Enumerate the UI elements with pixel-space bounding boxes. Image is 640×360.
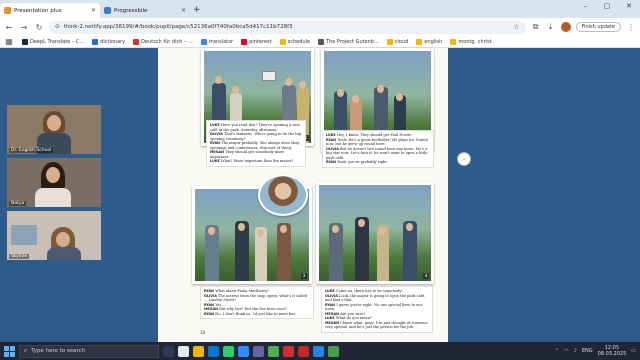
maximize-icon[interactable]: ▢ xyxy=(596,0,618,14)
tab-progressbile[interactable]: Progressbile ✕ xyxy=(100,3,190,18)
url-text: think-2.netlify.app/38199/#/book/pupil/p… xyxy=(63,24,293,30)
chevron-up-icon[interactable]: ⌃ xyxy=(555,348,559,354)
bookmark-item[interactable]: montg. christ xyxy=(450,38,492,45)
search-placeholder: Type here to search xyxy=(31,348,86,354)
volume-icon[interactable]: ♪ xyxy=(574,348,577,354)
teams-icon[interactable] xyxy=(253,345,264,357)
folder-icon[interactable] xyxy=(193,345,204,357)
close-icon[interactable]: ✕ xyxy=(181,7,186,14)
notification-icon[interactable]: ▭ xyxy=(631,348,636,354)
dialog-box-4: LUKE Come on, there has to be somebody! … xyxy=(321,286,433,333)
new-tab-button[interactable]: + xyxy=(193,3,201,18)
system-tray: ⌃ ◠ ♪ ENG 12:05 08.03.2025 ▭ xyxy=(555,345,636,357)
next-page-button[interactable]: › xyxy=(457,152,471,166)
address-bar: ← → ↻ ⊙ think-2.netlify.app/38199/#/book… xyxy=(0,18,640,36)
video-tile[interactable]: Skyline xyxy=(7,211,101,260)
finish-update-button[interactable]: Finish update xyxy=(575,22,621,32)
bookmark-item[interactable]: DeepL Translate – C... xyxy=(22,38,84,45)
tab-favicon xyxy=(4,7,11,14)
bookmarks-bar: ▦ DeepL Translate – C... dictionary Deut… xyxy=(0,36,640,48)
book-page: 1 LUKE Have you read this? They're openi… xyxy=(158,48,448,342)
tab-title: Presentation plus xyxy=(14,7,62,14)
site-info-icon[interactable]: ⊙ xyxy=(55,24,60,30)
bookmark-item[interactable]: english xyxy=(416,38,442,45)
participant-name: Natya xyxy=(9,201,27,206)
word-icon[interactable] xyxy=(313,345,324,357)
bookmark-item[interactable]: pinterest xyxy=(241,38,272,45)
bookmark-item[interactable]: Deutsch für dich – ... xyxy=(133,38,193,45)
taskbar-search[interactable]: ⌕ Type here to search xyxy=(19,344,159,358)
menu-icon[interactable]: ⋮ xyxy=(626,23,636,32)
file-explorer-icon[interactable] xyxy=(178,345,189,357)
url-input[interactable]: ⊙ think-2.netlify.app/38199/#/book/pupil… xyxy=(49,20,526,34)
tab-favicon xyxy=(104,7,111,14)
bookmark-item[interactable]: The Project Gutenb... xyxy=(318,38,379,45)
whatsapp-icon[interactable] xyxy=(223,345,234,357)
tab-presentation-plus[interactable]: Presentation plus ✕ xyxy=(0,3,100,18)
notice-board xyxy=(262,71,276,81)
book-viewer: Dr. English School Natya Skyline ‹ › 1 xyxy=(0,48,640,342)
pdf-icon[interactable] xyxy=(283,345,294,357)
bookmark-item[interactable]: dictionary xyxy=(92,38,125,45)
window-controls: – ▢ ✕ xyxy=(574,0,640,14)
page-number: 18 xyxy=(200,330,206,335)
minimize-icon[interactable]: – xyxy=(574,0,596,14)
comic-photo-4: 4 xyxy=(316,182,434,284)
participant-name: Skyline xyxy=(9,254,30,259)
participant-name: Dr. English School xyxy=(9,148,54,153)
forward-icon[interactable]: → xyxy=(19,23,29,32)
video-tile[interactable]: Natya xyxy=(7,158,101,207)
task-view-icon[interactable] xyxy=(163,345,174,357)
zoom-icon[interactable] xyxy=(238,345,249,357)
reload-icon[interactable]: ↻ xyxy=(34,23,44,32)
video-tile[interactable]: Dr. English School xyxy=(7,105,101,154)
tab-bar: Presentation plus ✕ Progressbile ✕ + – ▢… xyxy=(0,0,640,18)
taskbar: ⌕ Type here to search ⌃ ◠ ♪ ENG 12:05 08… xyxy=(0,342,640,360)
profile-avatar[interactable] xyxy=(560,22,571,32)
dialog-box-3: RYAN What about Paula Marlberry? OLIVIA … xyxy=(200,286,314,319)
wifi-icon[interactable]: ◠ xyxy=(564,348,568,354)
panel-number: 3 xyxy=(301,273,307,279)
panel-number: 4 xyxy=(423,273,429,279)
search-icon: ⌕ xyxy=(24,347,28,354)
bookmark-item[interactable]: cloud xyxy=(386,38,408,45)
download-icon[interactable]: ⤓ xyxy=(546,22,556,32)
clock[interactable]: 12:05 08.03.2025 xyxy=(598,345,627,357)
bookmark-item[interactable]: schedule xyxy=(279,38,310,45)
actress-thought-bubble xyxy=(258,174,308,216)
excel-icon[interactable] xyxy=(328,345,339,357)
back-icon[interactable]: ← xyxy=(4,23,14,32)
background-window xyxy=(11,225,37,245)
close-icon[interactable]: ✕ xyxy=(91,7,96,14)
start-button[interactable] xyxy=(4,345,15,357)
chrome-icon[interactable] xyxy=(268,345,279,357)
app-icon[interactable] xyxy=(298,345,309,357)
close-window-icon[interactable]: ✕ xyxy=(618,0,640,14)
tab-title: Progressbile xyxy=(114,7,148,14)
apps-icon[interactable]: ▦ xyxy=(4,37,14,46)
dialog-box-1: LUKE Have you read this? They're opening… xyxy=(206,120,306,167)
dialog-box-2: LUKE Hey, I know. They should get Paul N… xyxy=(322,130,434,168)
extensions-icon[interactable]: ⧉ xyxy=(531,22,541,32)
mail-icon[interactable] xyxy=(208,345,219,357)
language-indicator[interactable]: ENG xyxy=(582,348,593,354)
bookmark-star-icon[interactable]: ☆ xyxy=(513,23,519,31)
bookmark-item[interactable]: translator xyxy=(200,38,233,45)
